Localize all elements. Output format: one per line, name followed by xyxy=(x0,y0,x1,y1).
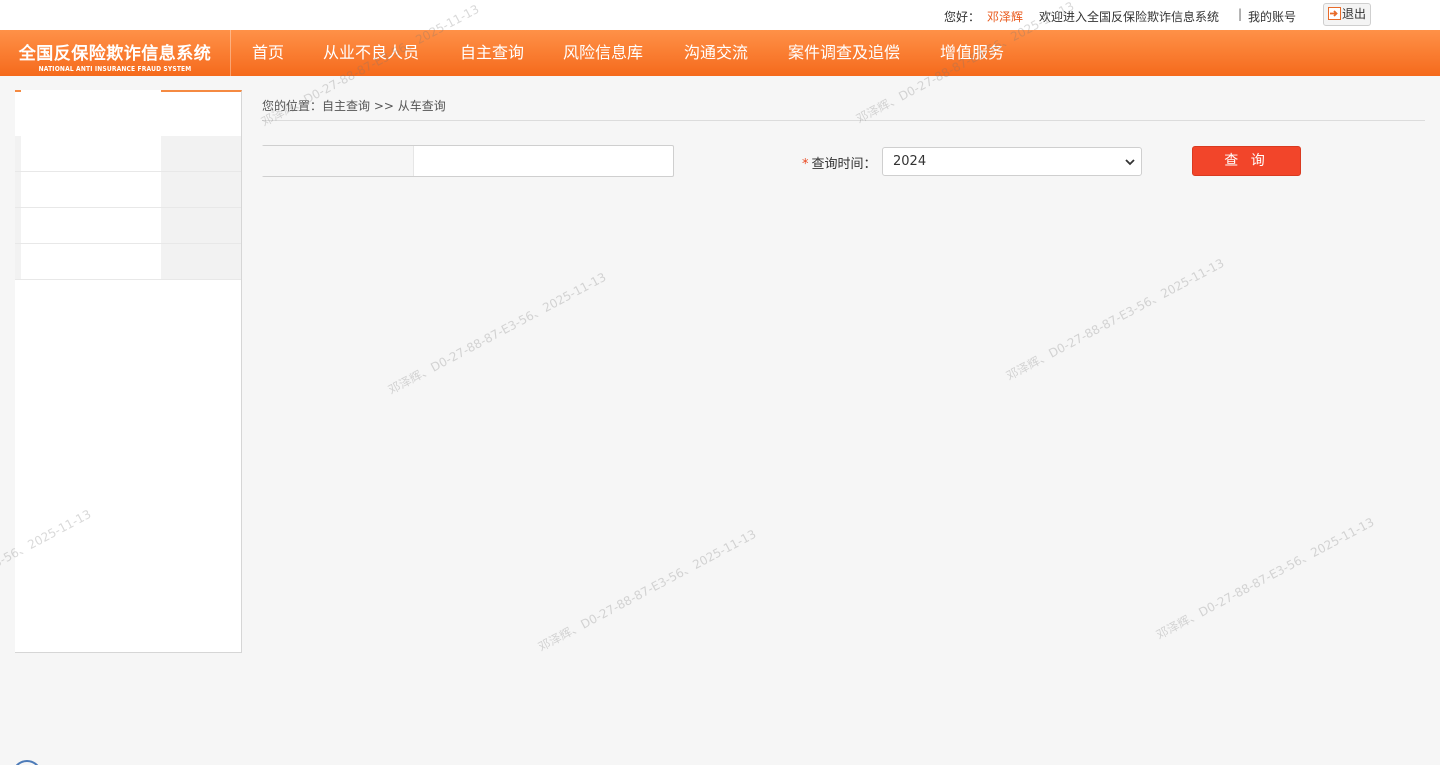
sidebar-item-mask xyxy=(21,208,161,243)
breadcrumb-divider xyxy=(262,120,1425,121)
sidebar-item[interactable] xyxy=(15,244,241,280)
sidebar-item-mask xyxy=(21,172,161,207)
watermark: 邓泽辉、D0-27-88-87-E3-56、2025-11-13 xyxy=(535,526,759,655)
sidebar-item[interactable] xyxy=(15,208,241,244)
required-mark: * xyxy=(802,157,809,172)
query-time-label: * 查询时间： xyxy=(802,153,877,172)
logout-button[interactable]: 退出 xyxy=(1323,3,1371,26)
nav-communication[interactable]: 沟通交流 xyxy=(684,30,748,76)
top-user-bar: 您好： 邓泽辉 欢迎进入全国反保险欺诈信息系统 | 我的账号 退出 xyxy=(0,0,1440,30)
nav-value-added[interactable]: 增值服务 xyxy=(940,30,1004,76)
left-sidebar xyxy=(15,90,242,653)
selected-year: 2024 xyxy=(893,154,927,169)
query-time-text: 查询时间： xyxy=(811,157,877,172)
greeting-label: 您好： xyxy=(944,10,981,24)
query-year-select[interactable]: 2024 xyxy=(882,147,1142,176)
chevron-down-icon xyxy=(1125,159,1135,166)
brand-name-cn: 全国反保险欺诈信息系统 xyxy=(18,44,212,64)
query-text-input[interactable] xyxy=(262,145,674,177)
main-nav: 全国反保险欺诈信息系统 NATIONAL ANTI INSURANCE FRAU… xyxy=(0,30,1440,76)
nav-self-query[interactable]: 自主查询 xyxy=(460,30,524,76)
sidebar-item[interactable] xyxy=(15,172,241,208)
username: 邓泽辉 xyxy=(987,10,1024,24)
watermark: 邓泽辉、D0-27-88-87-E3-56、2025-11-13 xyxy=(1003,255,1227,384)
query-button[interactable]: 查 询 xyxy=(1192,146,1301,176)
nav-risk-database[interactable]: 风险信息库 xyxy=(563,30,643,76)
sidebar-item-mask xyxy=(21,136,161,171)
brand-name-en: NATIONAL ANTI INSURANCE FRAUD SYSTEM xyxy=(38,65,192,73)
nav-home[interactable]: 首页 xyxy=(252,30,284,76)
sidebar-header-mask xyxy=(21,90,161,138)
topbar-separator: | xyxy=(1238,7,1243,21)
nav-bad-practitioners[interactable]: 从业不良人员 xyxy=(323,30,419,76)
welcome-text: 欢迎进入全国反保险欺诈信息系统 xyxy=(1039,10,1220,24)
my-account-link[interactable]: 我的账号 xyxy=(1248,8,1296,25)
watermark: 邓泽辉、D0-27-88-87-E3-56、2025-11-13 xyxy=(385,269,609,398)
logout-icon xyxy=(1328,7,1341,20)
nav-case-investigation[interactable]: 案件调查及追偿 xyxy=(788,30,900,76)
sidebar-item-mask xyxy=(21,244,161,279)
corner-logo xyxy=(12,760,42,765)
breadcrumb: 您的位置：自主查询 >> 从车查询 xyxy=(262,99,446,113)
watermark: 邓泽辉、D0-27-88-87-E3-56、2025-11-13 xyxy=(1153,514,1377,643)
logout-label: 退出 xyxy=(1342,7,1367,21)
brand-logo[interactable]: 全国反保险欺诈信息系统 NATIONAL ANTI INSURANCE FRAU… xyxy=(0,30,231,76)
sidebar-item[interactable] xyxy=(15,136,241,172)
